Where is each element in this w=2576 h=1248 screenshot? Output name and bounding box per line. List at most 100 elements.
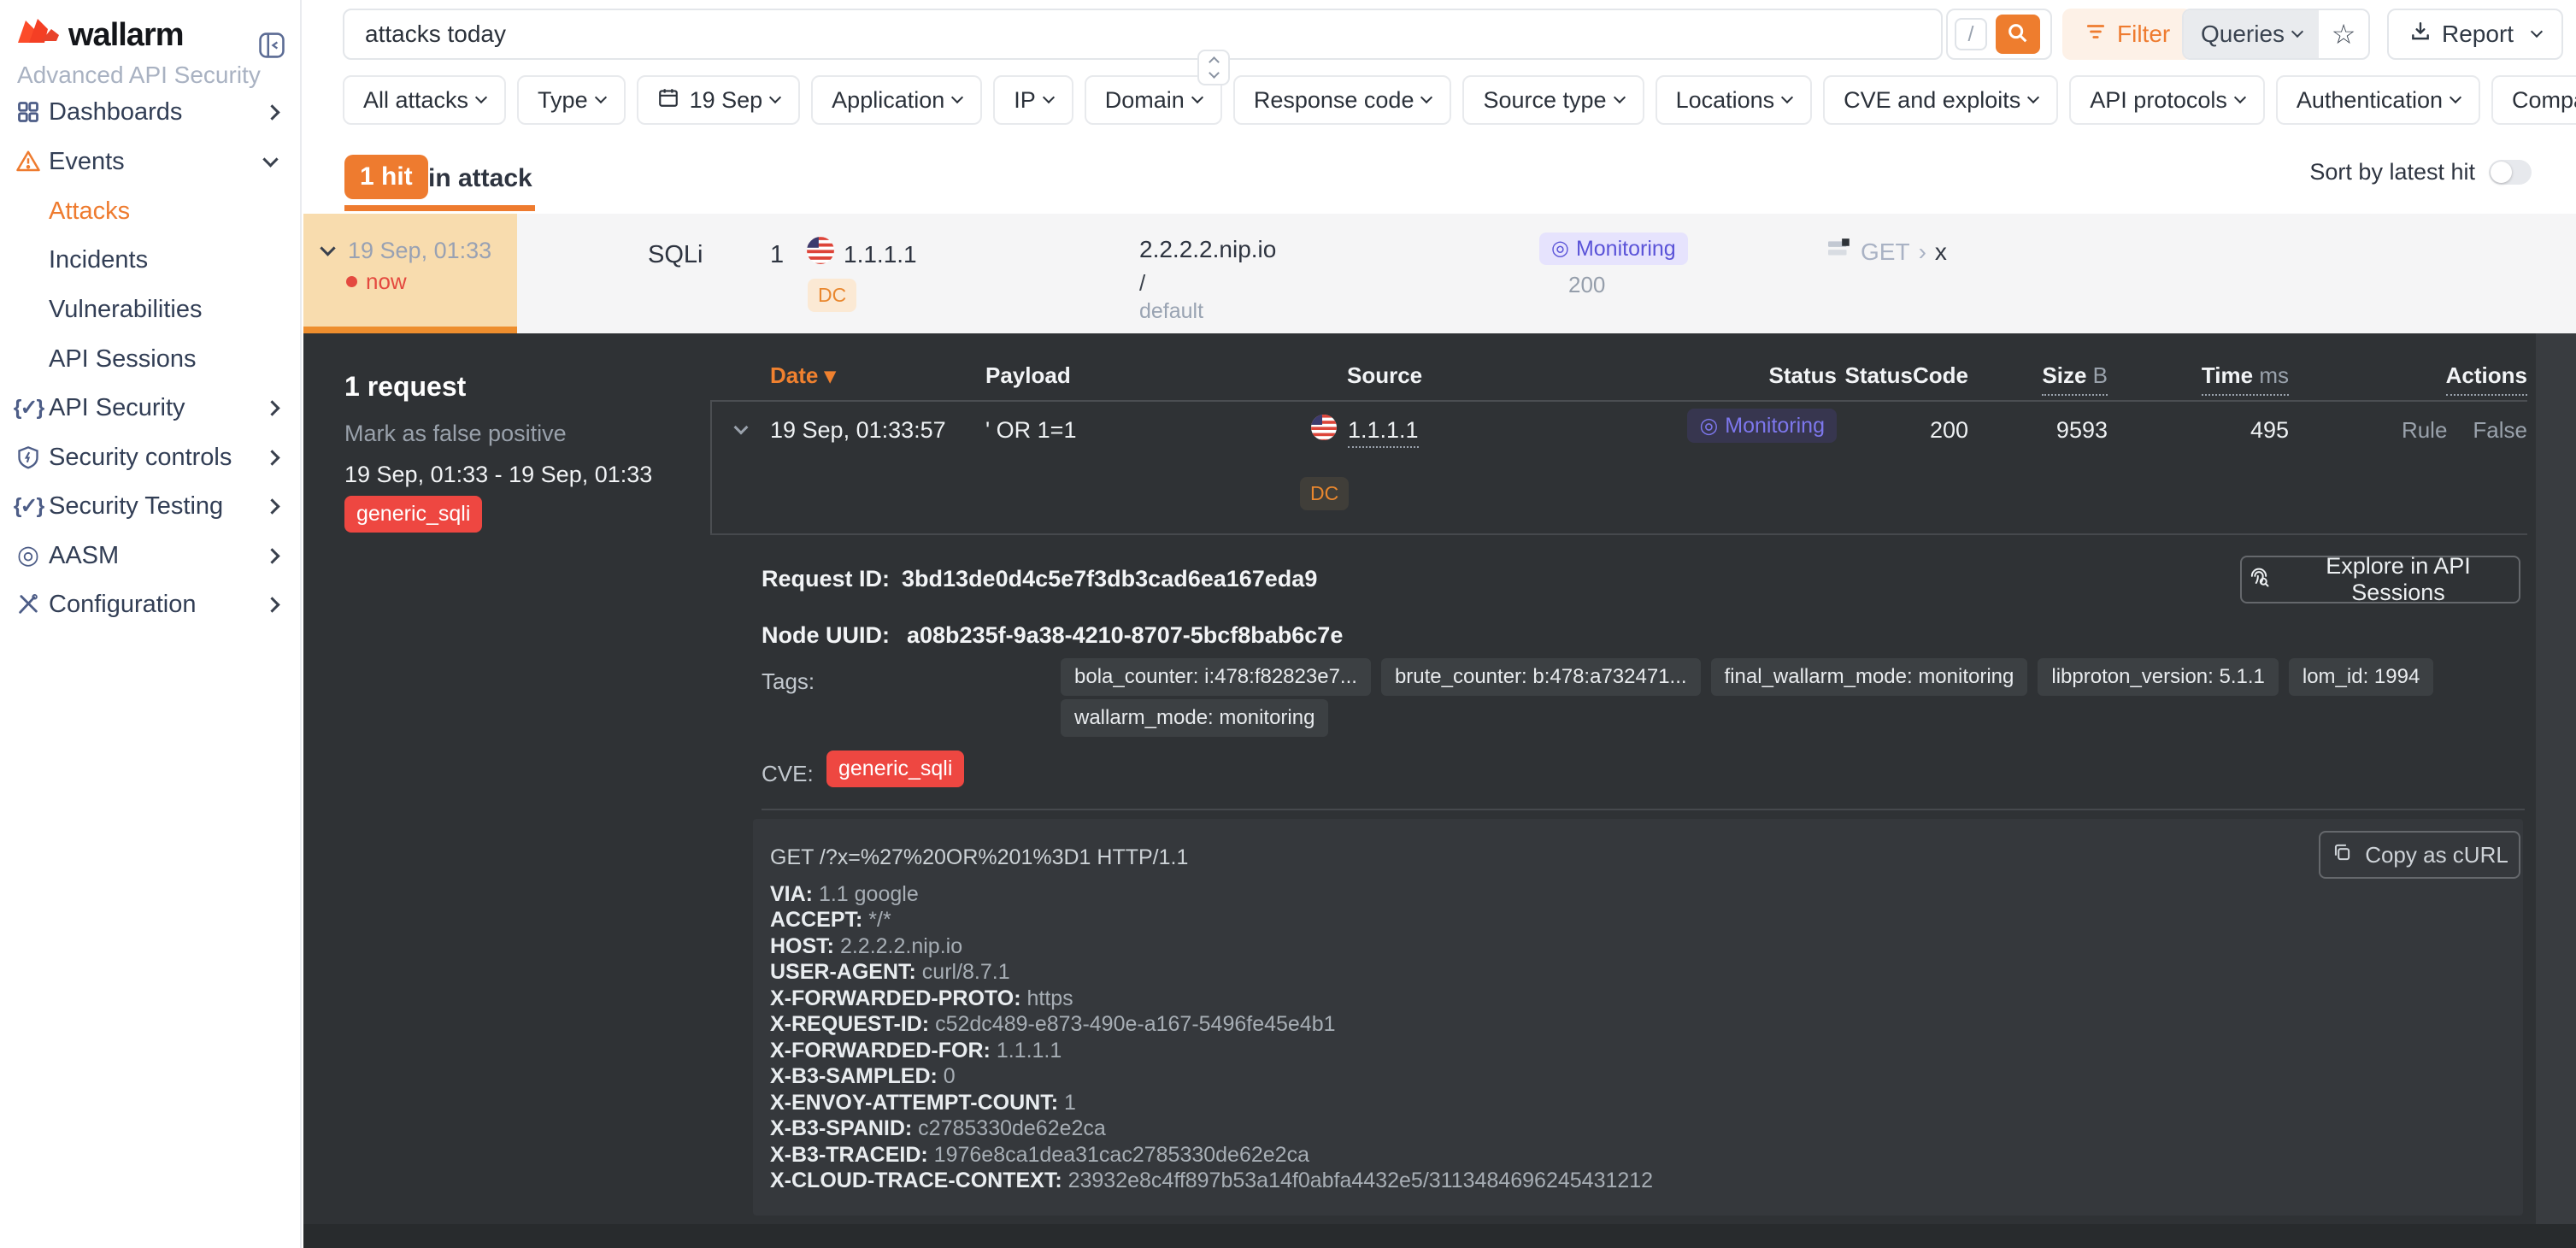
eye-icon: ◎ [1699,413,1718,439]
filter-chip-cve[interactable]: CVE and exploits [1823,75,2058,125]
sidebar-item-api-sessions[interactable]: API Sessions [0,334,302,384]
column-header-time[interactable]: Time ms [2202,362,2289,396]
attack-endpoint[interactable]: GET › x [1828,238,1947,266]
http-method: GET [1861,238,1910,266]
recency-label: now [366,268,407,295]
sidebar-item-dashboards[interactable]: Dashboards [0,87,302,137]
false-action-link[interactable]: False [2473,417,2527,444]
blank-line [770,871,1653,881]
separator: › [1919,238,1926,266]
sidebar-collapse-icon[interactable] [257,31,286,60]
rule-action-link[interactable]: Rule [2402,417,2447,444]
sidebar-item-events[interactable]: Events [0,137,302,186]
explore-api-sessions-button[interactable]: Explore in API Sessions [2240,556,2520,603]
sidebar-item-label: AASM [49,542,119,570]
sidebar-item-attacks[interactable]: Attacks [0,186,302,236]
filter-chip-all-attacks[interactable]: All attacks [343,75,506,125]
attack-date-range: 19 Sep, 01:33 - 19 Sep, 01:33 [344,462,652,488]
column-header-date[interactable]: Date ▾ [770,362,836,389]
tag-chip[interactable]: libproton_version: 5.1.1 [2038,658,2279,696]
filter-chip-api-protocols[interactable]: API protocols [2069,75,2265,125]
chevron-down-icon [475,91,487,103]
chevron-down-icon [2291,26,2303,38]
request-id-label: Request ID: [762,566,890,592]
braces-check-icon: {✓} [15,493,41,519]
sidebar-item-incidents[interactable]: Incidents [0,235,302,285]
spiral-target-icon: ◎ [15,543,41,568]
chevron-right-icon [264,104,279,120]
chip-label: API protocols [2090,87,2227,114]
sidebar-item-aasm[interactable]: ◎ AASM [0,531,302,580]
filter-button[interactable]: Filter [2062,9,2192,60]
filter-chip-source-type[interactable]: Source type [1462,75,1644,125]
sidebar-item-security-controls[interactable]: Security controls [0,433,302,482]
filter-chip-application[interactable]: Application [811,75,982,125]
explore-button-label: Explore in API Sessions [2283,553,2514,606]
mark-false-positive-link[interactable]: Mark as false positive [344,421,567,447]
request-status-code: 200 [1930,417,1968,444]
chevron-down-icon [2450,91,2461,103]
datacenter-badge: DC [1300,477,1349,510]
eye-icon: ◎ [1551,238,1569,259]
sidebar-item-configuration[interactable]: Configuration [0,580,302,629]
mode-label: Monitoring [1725,414,1825,439]
chevron-down-icon[interactable] [734,421,749,435]
filter-chip-ip[interactable]: IP [993,75,1073,125]
sidebar-item-api-security[interactable]: {✓} API Security [0,383,302,433]
filter-chip-locations[interactable]: Locations [1656,75,1813,125]
search-input[interactable] [343,9,1943,60]
sidebar-item-security-testing[interactable]: {✓} Security Testing [0,481,302,531]
request-time: 495 [2250,417,2289,444]
http-request-line: GET /?x=%27%20OR%201%3D1 HTTP/1.1 [770,845,1653,871]
table-header-divider [710,400,2527,402]
search-button[interactable] [1996,15,2040,54]
sidebar-item-label: API Sessions [49,345,196,374]
sidebar-item-vulnerabilities[interactable]: Vulnerabilities [0,285,302,334]
filter-chip-compare-to[interactable]: Compare to... [2491,75,2576,125]
cve-label: CVE: [762,761,814,787]
chevron-down-icon [2234,91,2246,103]
queries-button[interactable]: Queries [2184,10,2319,58]
request-date: 19 Sep, 01:33:57 [770,417,946,444]
chevron-right-icon [264,548,279,563]
column-header-actions[interactable]: Actions [2446,362,2527,396]
filter-chip-type[interactable]: Type [517,75,626,125]
chevron-up-icon [1209,56,1220,68]
http-header-line: X-B3-SPANID: c2785330de62e2ca [770,1116,1653,1142]
attack-source-ip[interactable]: 1.1.1.1 [844,241,917,268]
sidebar-item-label: Dashboards [49,98,182,127]
filter-chip-response-code[interactable]: Response code [1233,75,1452,125]
endpoint-list-icon [1828,238,1852,266]
filter-chip-date[interactable]: 19 Sep [637,75,801,125]
filter-chip-authentication[interactable]: Authentication [2276,75,2480,125]
chip-label: Source type [1483,87,1606,114]
attack-type-tag[interactable]: generic_sqli [344,496,482,533]
tag-chip[interactable]: wallarm_mode: monitoring [1061,699,1328,737]
attack-hit-count: 1 [770,241,784,269]
request-size: 9593 [2056,417,2108,444]
copy-as-curl-button[interactable]: Copy as cURL [2319,831,2520,879]
tag-chip[interactable]: brute_counter: b:478:a732471... [1381,658,1701,696]
attack-row[interactable]: 19 Sep, 01:33 now SQLi 1 1.1.1.1 DC 2.2.… [303,214,2576,333]
report-button[interactable]: Report [2387,9,2563,60]
us-flag-icon [806,236,835,269]
section-divider [762,809,2525,810]
tag-chip[interactable]: final_wallarm_mode: monitoring [1711,658,2028,696]
request-source-ip[interactable]: 1.1.1.1 [1348,417,1419,448]
toggle-knob [2491,162,2512,183]
attack-row-date-cell[interactable]: 19 Sep, 01:33 now [303,214,517,333]
panel-scrollbar[interactable] [2536,333,2576,1224]
chip-label: IP [1014,87,1036,114]
chip-label: Type [538,87,588,114]
filters-collapse-control[interactable] [1197,50,1230,85]
report-button-label: Report [2442,21,2514,48]
active-tab-underline [344,205,535,211]
tag-chip[interactable]: bola_counter: i:478:f82823e7... [1061,658,1371,696]
favorite-star-button[interactable]: ☆ [2319,10,2368,58]
cve-tag[interactable]: generic_sqli [826,751,964,787]
shield-icon [15,444,41,470]
mode-label: Monitoring [1576,237,1676,262]
tag-chip[interactable]: lom_id: 1994 [2289,658,2433,696]
column-header-size[interactable]: Size B [2042,362,2108,396]
sort-toggle[interactable] [2489,160,2532,185]
